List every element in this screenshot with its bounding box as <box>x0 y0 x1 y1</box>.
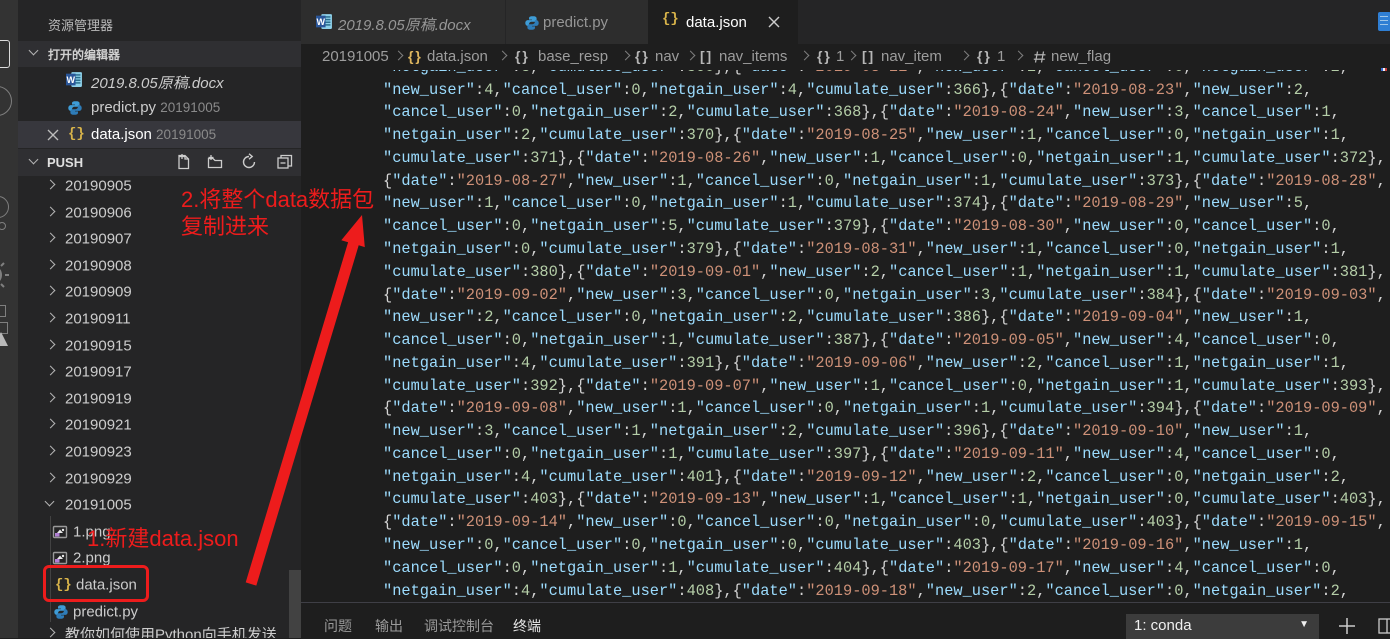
svg-text:W: W <box>317 17 326 27</box>
svg-text:W: W <box>67 75 76 85</box>
